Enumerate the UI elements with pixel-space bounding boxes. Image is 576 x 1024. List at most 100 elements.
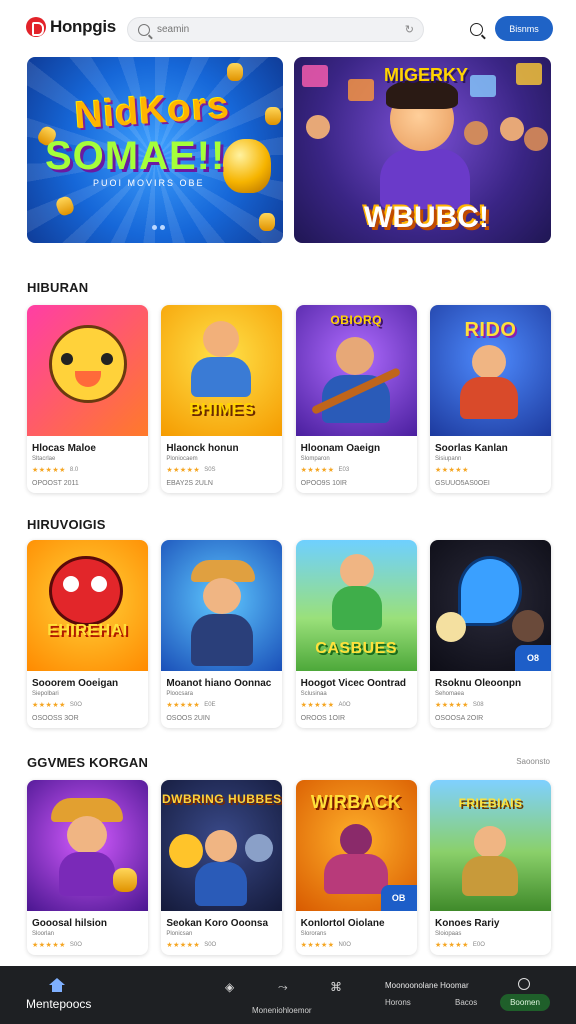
rating-value: S0S — [204, 467, 216, 473]
nav-right-label[interactable]: Moonoonolane Hoomar — [385, 981, 469, 990]
game-category: Sehomaea — [434, 691, 465, 697]
game-name: Gooosal hilsion — [32, 918, 108, 929]
banner-1-subtitle: PUOI MOVIRS OBE — [93, 178, 205, 188]
game-name: Soorlas Kanlan — [434, 443, 508, 454]
star-rating: ★★★★★ — [32, 702, 66, 709]
rating-value: E0O — [472, 942, 485, 948]
logo-text: Honpgis — [50, 17, 116, 36]
character-art — [339, 554, 374, 588]
game-category: Sltacrlae — [32, 456, 56, 462]
share-icon[interactable]: ⤳ — [278, 980, 288, 995]
game-card[interactable]: DWBRING HUBBES Seokan Koro Ooonsa Plonic… — [161, 780, 283, 955]
game-card[interactable]: OBIORQ Hloonam Oaeign Slomparon ★★★★★ E03… — [295, 305, 417, 493]
thumbnail-title: FRIEBIAIS — [458, 796, 523, 810]
game-name: Moanot hiano Oonnac — [166, 678, 272, 689]
game-thumbnail: DWBRING HUBBES — [161, 780, 283, 911]
logo-icon — [26, 17, 46, 37]
game-name: Sooorem Ooeigan — [32, 678, 119, 689]
star-rating: ★★★★★ — [434, 467, 469, 474]
carousel-dots[interactable] — [152, 225, 165, 230]
game-category: Slororans — [300, 931, 327, 937]
character-body — [380, 149, 470, 209]
game-thumbnail — [161, 540, 283, 671]
section-grid-2: EHIREHAI Sooorem Ooeigan Siepolbari ★★★★… — [27, 540, 551, 728]
star-rating: ★★★★★ — [434, 942, 469, 949]
game-card[interactable]: O8 Rsoknu Oleoonpn Sehomaea ★★★★★ S08 OSO… — [429, 540, 551, 728]
star-rating: ★★★★★ — [300, 467, 335, 474]
thumbnail-title: CASBUES — [315, 640, 398, 657]
star-rating: ★★★★★ — [32, 942, 66, 949]
coin-icon — [259, 213, 275, 231]
game-category: Ploocsara — [166, 691, 194, 697]
crowd-decor — [500, 117, 524, 141]
game-card[interactable]: CASBUES Hoogot Vicec Oontrad Sclusinaa ★… — [295, 540, 417, 728]
game-name: Konoes Rariy — [434, 918, 500, 929]
game-name: Seokan Koro Ooonsa — [166, 918, 269, 929]
game-card[interactable]: EHIREHAI Sooorem Ooeigan Siepolbari ★★★★… — [27, 540, 148, 728]
screen-decor — [302, 65, 328, 87]
game-meta: EBAY2S 2ULN — [166, 480, 213, 487]
game-card[interactable]: Moanot hiano Oonnac Ploocsara ★★★★★ E0E O… — [161, 540, 283, 728]
search-bar[interactable]: ↻ — [127, 17, 424, 42]
rating-value: 8.0 — [69, 467, 79, 473]
section-grid-1: Hlocas Maloe Sltacrlae ★★★★★ 8.0 OPOOST 2… — [27, 305, 551, 493]
game-thumbnail: O8 — [429, 540, 551, 671]
crowd-decor — [464, 121, 488, 145]
nav-center-label[interactable]: Moneniohloemor — [252, 1006, 312, 1015]
section-title-3: GGVMES KORGAN — [27, 755, 149, 770]
refresh-icon[interactable]: ↻ — [405, 23, 414, 36]
character-art — [471, 345, 506, 379]
nav-right-sub-2[interactable]: Bacos — [455, 998, 477, 1007]
star-rating: ★★★★★ — [166, 702, 201, 709]
search-input[interactable] — [157, 24, 387, 35]
star-rating: ★★★★★ — [166, 467, 201, 474]
rating-value: S0O — [69, 942, 82, 948]
promo-banner-1[interactable]: NidKors SOMAE!! PUOI MOVIRS OBE — [27, 57, 283, 243]
game-card[interactable]: Gooosal hilsion Sloorlan ★★★★★ S0O — [27, 780, 148, 955]
thumbnail-title: OBIORQ — [330, 313, 382, 327]
game-card[interactable]: BHIMES Hlaonck honun Ploniocaem ★★★★★ S0S… — [161, 305, 283, 493]
game-card[interactable]: WIRBACK OB Konlortol Oiolane Slororans ★… — [295, 780, 417, 955]
promo-banner-2[interactable]: MIGERKY WBUBC! — [294, 57, 551, 243]
game-category: Plonicsan — [166, 931, 193, 937]
game-card[interactable]: RIDO Soorlas Kanlan Sisiupann ★★★★★ GSUU… — [429, 305, 551, 493]
games-icon[interactable]: ◈ — [225, 980, 234, 994]
banner-1-title-2: SOMAE!! — [45, 134, 226, 178]
section-title-2: HIRUVOIGIS — [27, 517, 106, 532]
nav-right-sub-1[interactable]: Horons — [385, 998, 411, 1007]
mascot-art — [49, 325, 127, 403]
game-card[interactable]: Hlocas Maloe Sltacrlae ★★★★★ 8.0 OPOOST 2… — [27, 305, 148, 493]
game-name: Hloonam Oaeign — [300, 443, 381, 454]
game-name: Hoogot Vicec Oontrad — [300, 678, 407, 689]
coin-icon — [113, 868, 137, 892]
game-thumbnail — [27, 780, 148, 911]
nav-home-label: Mentepoocs — [26, 997, 92, 1011]
app-logo[interactable]: Honpgis — [26, 17, 116, 37]
game-category: Ploniocaem — [166, 456, 198, 462]
mascot-art — [49, 556, 123, 626]
rating-value: S0O — [69, 702, 82, 708]
header-cta-button[interactable]: Bisnms — [495, 16, 553, 41]
character-art — [335, 337, 374, 375]
game-name: Hlaonck honun — [166, 443, 239, 454]
app-header: Honpgis ↻ Bisnms — [0, 0, 576, 56]
game-thumbnail: OBIORQ — [295, 305, 417, 436]
rating-value: N0O — [338, 942, 351, 948]
game-meta: OPOOST 2011 — [32, 480, 79, 487]
star-rating: ★★★★★ — [32, 467, 66, 474]
game-category: Slomparon — [300, 456, 330, 462]
game-thumbnail: RIDO — [429, 305, 551, 436]
see-all-link[interactable]: Saoonsto — [516, 757, 550, 766]
home-icon — [49, 978, 65, 992]
profile-icon[interactable] — [518, 978, 530, 990]
game-meta: OSOOS 2UIN — [166, 715, 210, 722]
header-search-button[interactable] — [462, 15, 490, 43]
game-card[interactable]: FRIEBIAIS Konoes Rariy Sloiopaas ★★★★★ E0… — [429, 780, 551, 955]
screen-decor — [348, 79, 374, 101]
game-thumbnail: CASBUES — [295, 540, 417, 671]
nav-pill-button[interactable]: Boomen — [500, 994, 550, 1011]
controller-icon[interactable]: ⌘ — [330, 980, 342, 994]
game-thumbnail — [27, 305, 148, 436]
bottom-navigation: Mentepoocs ◈ ⤳ ⌘ Moneniohloemor Moonoono… — [0, 966, 576, 1024]
thumbnail-title: EHIREHAI — [47, 622, 128, 639]
